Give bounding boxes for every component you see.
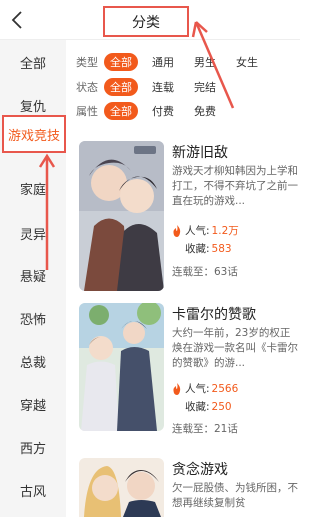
filter-chip-all[interactable]: 全部 — [104, 102, 138, 120]
comic-cover[interactable] — [79, 303, 164, 431]
category-sidebar: 全部 复仇 游戏竞技 家庭 灵异 悬疑 恐怖 总裁 穿越 西方 古风 — [0, 40, 66, 517]
collect-label: 收藏: — [185, 401, 210, 413]
sidebar-item-horror[interactable]: 恐怖 — [0, 299, 66, 337]
collect-value: 250 — [211, 400, 232, 413]
filter-chip-completed[interactable]: 完结 — [188, 78, 222, 96]
popularity-label: 人气: — [185, 383, 210, 395]
comic-title[interactable]: 新游旧敌 — [172, 142, 228, 162]
filter-label: 属性 — [76, 105, 98, 118]
popularity-value: 1.2万 — [211, 225, 239, 237]
comic-description: 欠一屁股债、为钱所困，不想再继续复制贫 — [172, 482, 298, 509]
filter-row-attribute: 属性 全部 付费 免费 — [76, 101, 230, 121]
filter-chip-female[interactable]: 女生 — [230, 53, 264, 71]
sidebar-item-all[interactable]: 全部 — [0, 43, 66, 81]
popularity-stat: 人气: 1.2万 — [172, 223, 239, 238]
filter-chip-general[interactable]: 通用 — [146, 53, 180, 71]
filter-chip-all[interactable]: 全部 — [104, 78, 138, 96]
filter-label: 状态 — [76, 81, 98, 94]
comic-card[interactable]: 新游旧敌 游戏天才柳知韩因为上学和打工，不得不弃坑了之前一直在玩的游戏... 人… — [76, 141, 300, 291]
collect-value: 583 — [211, 242, 232, 255]
fire-icon — [173, 382, 181, 395]
comic-title[interactable]: 贪念游戏 — [172, 459, 228, 479]
collect-stat: 收藏: 583 — [185, 241, 232, 256]
filter-row-status: 状态 全部 连载 完结 — [76, 77, 230, 97]
sidebar-item-time-travel[interactable]: 穿越 — [0, 385, 66, 423]
filter-chip-ongoing[interactable]: 连载 — [146, 78, 180, 96]
comic-cover[interactable] — [79, 141, 164, 291]
chevron-left-icon[interactable] — [8, 9, 28, 31]
popularity-value: 2566 — [211, 382, 239, 395]
filter-chip-free[interactable]: 免费 — [188, 102, 222, 120]
collect-label: 收藏: — [185, 243, 210, 255]
filter-chip-paid[interactable]: 付费 — [146, 102, 180, 120]
sidebar-item-family[interactable]: 家庭 — [0, 169, 66, 207]
serial-status: 连载至：21话 — [172, 423, 238, 435]
comic-title[interactable]: 卡雷尔的赞歌 — [172, 304, 256, 324]
sidebar-item-ancient[interactable]: 古风 — [0, 471, 66, 509]
sidebar-item-ceo[interactable]: 总裁 — [0, 342, 66, 380]
sidebar-item-supernatural[interactable]: 灵异 — [0, 214, 66, 252]
header: 分类 — [0, 0, 300, 40]
comic-description: 游戏天才柳知韩因为上学和打工，不得不弃坑了之前一直在玩的游戏... — [172, 165, 298, 207]
popularity-label: 人气: — [185, 225, 210, 237]
filter-row-type: 类型 全部 通用 男生 女生 — [76, 52, 272, 72]
comic-description: 大约一年前，23岁的权正焕在游戏一款名叫《卡雷尔的赞歌》的游... — [172, 327, 298, 369]
collect-stat: 收藏: 250 — [185, 399, 232, 414]
page-title: 分类 — [103, 6, 189, 37]
serial-status: 连载至：63话 — [172, 266, 238, 278]
filter-label: 类型 — [76, 56, 98, 69]
fire-icon — [173, 224, 181, 237]
popularity-stat: 人气: 2566 — [172, 381, 238, 396]
comic-card[interactable]: 贪念游戏 欠一屁股债、为钱所困，不想再继续复制贫 — [76, 458, 300, 517]
filter-chip-male[interactable]: 男生 — [188, 53, 222, 71]
comic-cover[interactable] — [79, 458, 164, 517]
filter-chip-all[interactable]: 全部 — [104, 53, 138, 71]
sidebar-item-gaming[interactable]: 游戏竞技 — [2, 115, 66, 153]
sidebar-item-mystery[interactable]: 悬疑 — [0, 256, 66, 294]
sidebar-item-western[interactable]: 西方 — [0, 428, 66, 466]
comic-card[interactable]: 卡雷尔的赞歌 大约一年前，23岁的权正焕在游戏一款名叫《卡雷尔的赞歌》的游...… — [76, 303, 300, 451]
